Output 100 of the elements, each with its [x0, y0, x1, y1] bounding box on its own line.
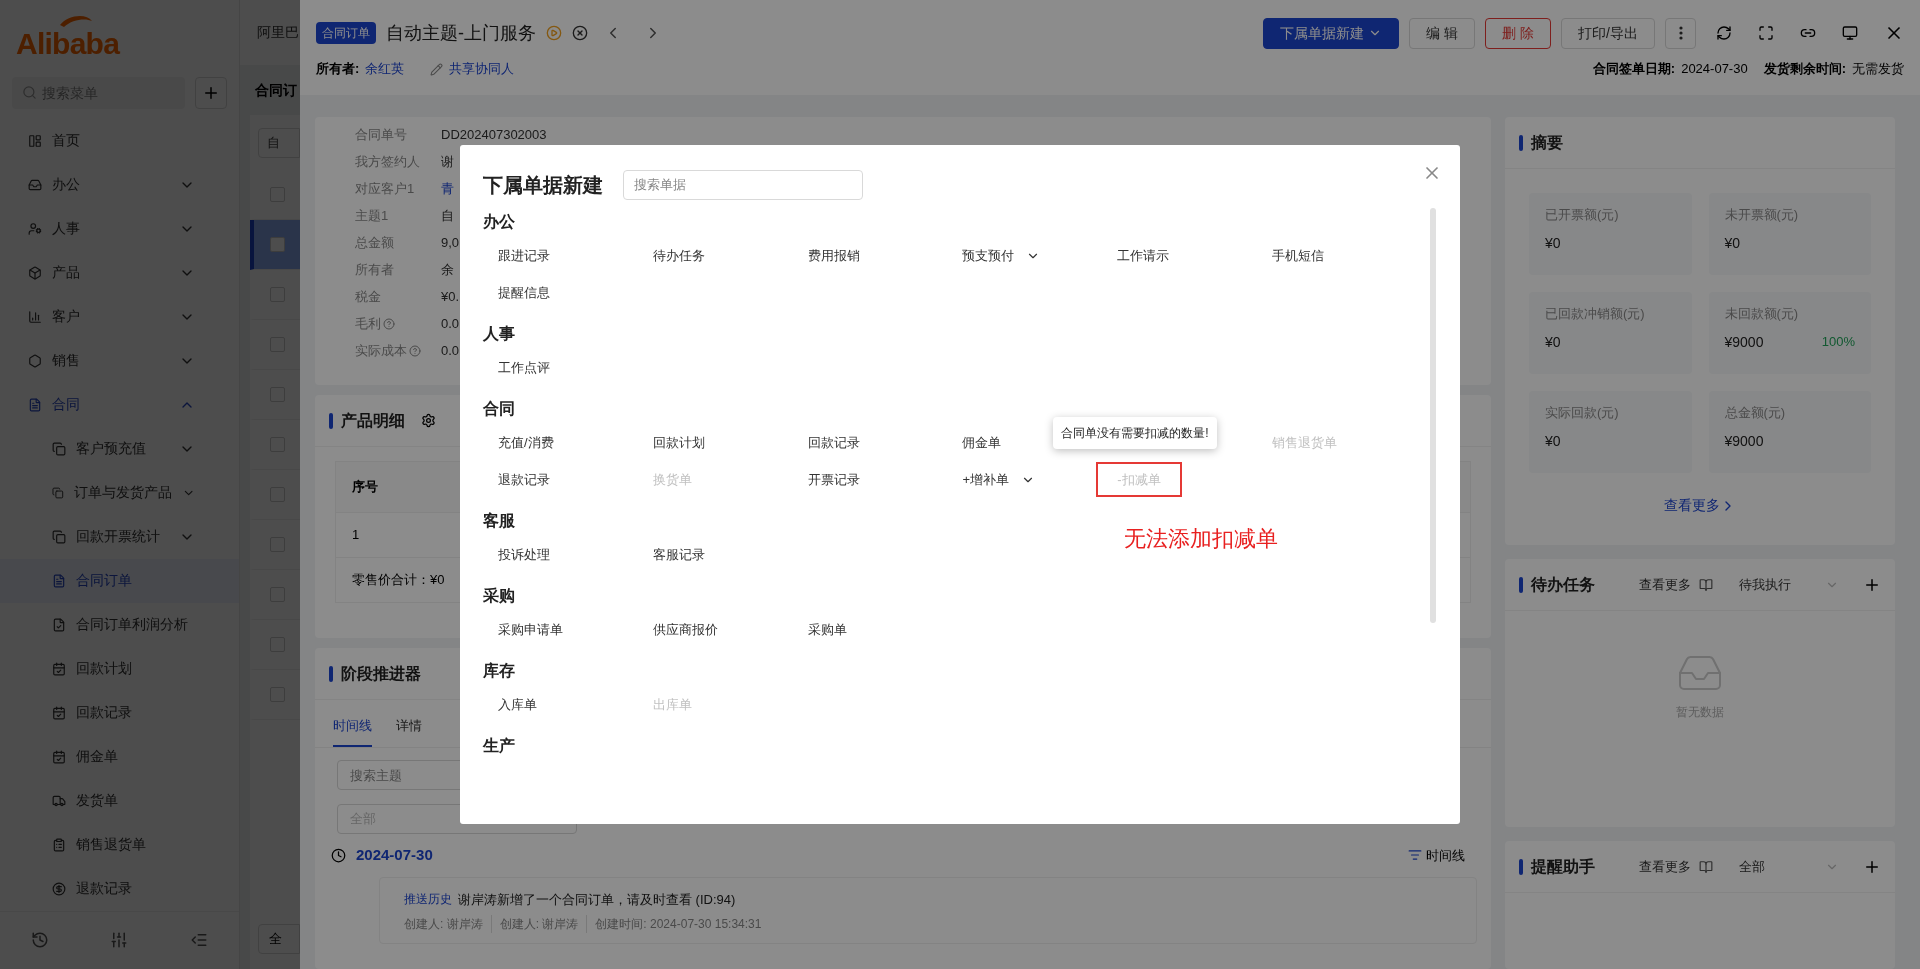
document-type-item[interactable]: 回款计划 — [652, 432, 705, 453]
share-link[interactable]: 共享协同人 — [449, 59, 515, 79]
entry-meta: 创建时间: 2024-07-30 15:34:31 — [586, 915, 762, 933]
stat-label: 未开票额(元) — [1724, 206, 1800, 224]
document-type-item[interactable]: 供应商报价 — [652, 619, 718, 640]
list-icon — [1408, 848, 1422, 863]
document-type-item[interactable]: 预支预付 — [962, 245, 1041, 266]
menu-item[interactable]: 客户 — [0, 294, 239, 339]
entry-tag[interactable]: 推送历史 — [404, 890, 452, 909]
help-icon — [383, 317, 395, 330]
menu-icon — [28, 177, 42, 192]
submenu-item[interactable]: 销售退货单 — [0, 822, 239, 867]
section-title: 库存 — [483, 661, 515, 681]
total-text: 零售价合计：¥0 — [352, 571, 445, 590]
field-value: 余 — [441, 260, 454, 279]
accent-bar — [329, 665, 333, 682]
toolbar-button[interactable]: 下属单据新建 — [1263, 17, 1400, 49]
scrollbar-thumb[interactable] — [1430, 208, 1436, 623]
document-type-item[interactable]: 回款记录 — [807, 432, 860, 453]
ship-label: 发货剩余时间: — [1763, 60, 1846, 79]
tab[interactable]: 详情 — [396, 715, 422, 747]
close-circle-icon[interactable] — [572, 25, 588, 41]
menu-item[interactable]: 产品 — [0, 250, 239, 295]
menu-item[interactable]: 销售 — [0, 338, 239, 383]
more-button[interactable] — [1665, 17, 1696, 49]
field-value: ¥0. — [441, 287, 460, 306]
book-icon[interactable] — [1699, 577, 1713, 592]
document-type-item[interactable]: +增补单 — [962, 469, 1036, 490]
document-type-item[interactable]: 手机短信 — [1272, 245, 1325, 266]
stat-value: ¥0 — [1545, 332, 1561, 352]
menu-icon — [28, 397, 42, 412]
toolbar-button[interactable]: 打印/导出 — [1561, 17, 1655, 49]
history-icon[interactable] — [30, 931, 49, 950]
menu-item[interactable]: 首页 — [0, 118, 239, 163]
submenu-item[interactable]: 退款记录 — [0, 866, 239, 911]
field-value: 自 — [441, 206, 454, 225]
submenu-item[interactable]: 订单与发货产品 — [0, 470, 239, 515]
accent-bar — [329, 412, 333, 429]
field-value: 9,0 — [441, 233, 460, 252]
search-field[interactable]: 搜索单据 — [623, 169, 863, 200]
document-type-item[interactable]: 佣金单 — [962, 432, 1002, 453]
toolbar-button[interactable]: 编 辑 — [1409, 17, 1476, 49]
document-type-item[interactable]: 工作点评 — [498, 357, 550, 378]
menu-item[interactable]: 办公 — [0, 162, 239, 207]
toolbar-button[interactable]: 删 除 — [1485, 17, 1552, 49]
entry-meta: 创建人: 谢岸涛 — [404, 916, 483, 933]
table-row[interactable] — [250, 220, 300, 270]
play-icon[interactable] — [546, 25, 562, 41]
document-type-item[interactable]: 跟进记录 — [498, 245, 550, 266]
submenu-item[interactable]: 客户预充值 — [0, 426, 239, 471]
fullscreen-icon[interactable] — [1758, 25, 1774, 41]
field-label: 我方签约人 — [355, 152, 421, 171]
document-type-item[interactable]: 待办任务 — [652, 245, 705, 266]
menu-item[interactable]: 合同 — [0, 382, 239, 427]
more-link[interactable]: 查看更多 — [1639, 856, 1691, 877]
ship-value: 无需发货 — [1852, 60, 1904, 79]
stat-label: 已回款冲销额(元) — [1545, 305, 1646, 323]
owner-link[interactable]: 余红英 — [365, 59, 405, 79]
stat-label: 总金额(元) — [1724, 404, 1787, 422]
document-type-item[interactable]: 充值/消费 — [498, 432, 554, 453]
field-label: 主题1 — [355, 206, 390, 225]
tab[interactable]: 时间线 — [333, 715, 372, 747]
document-type-item[interactable]: 客服记录 — [652, 544, 705, 565]
document-type-item[interactable]: 工作请示 — [1117, 245, 1170, 266]
sign-date-label: 合同签单日期: — [1592, 60, 1676, 79]
book-icon[interactable] — [1699, 859, 1713, 874]
document-type-item[interactable]: 投诉处理 — [498, 544, 550, 565]
menu-icon — [52, 441, 66, 456]
settings-icon[interactable] — [421, 413, 436, 428]
pencil-icon — [430, 62, 444, 76]
add-button[interactable] — [195, 76, 227, 109]
table-cell-text: 1 — [352, 526, 360, 545]
document-type-item[interactable]: 采购单 — [807, 619, 847, 640]
menu-item[interactable]: 人事 — [0, 206, 239, 251]
document-type-item[interactable]: 提醒信息 — [498, 282, 550, 303]
field-value[interactable]: 青 — [441, 178, 454, 199]
field-value: 0.0 — [441, 314, 460, 333]
checkbox[interactable] — [270, 237, 285, 252]
owner-label: 所有者: — [316, 60, 360, 79]
card-title: 待办任务 — [1531, 574, 1595, 595]
submenu-item[interactable]: 发货单 — [0, 778, 239, 823]
filter-select[interactable]: 待我执行 — [1739, 574, 1839, 595]
submenu-item[interactable]: 佣金单 — [0, 734, 239, 779]
document-type-item[interactable]: 费用报销 — [807, 245, 860, 266]
filter-select[interactable]: 全部 — [1739, 856, 1839, 877]
help-icon — [409, 344, 421, 357]
more-link[interactable]: 查看更多 — [1639, 574, 1691, 595]
document-type-item[interactable]: 退款记录 — [498, 469, 550, 490]
more-link[interactable]: 查看更多 — [1664, 495, 1736, 516]
refresh-icon[interactable] — [1716, 25, 1732, 41]
document-type-item[interactable]: 采购申请单 — [498, 619, 563, 640]
document-type-item[interactable]: 入库单 — [498, 694, 537, 715]
menu-icon — [52, 705, 66, 720]
sign-date: 2024-07-30 — [1681, 60, 1748, 79]
menu-icon — [52, 837, 66, 852]
timeline-button[interactable]: 时间线 — [1408, 845, 1465, 865]
more-icon — [1678, 26, 1683, 40]
document-type-item[interactable]: 开票记录 — [807, 469, 860, 490]
sliders-icon[interactable] — [110, 931, 129, 950]
monitor-icon[interactable] — [1842, 25, 1858, 41]
